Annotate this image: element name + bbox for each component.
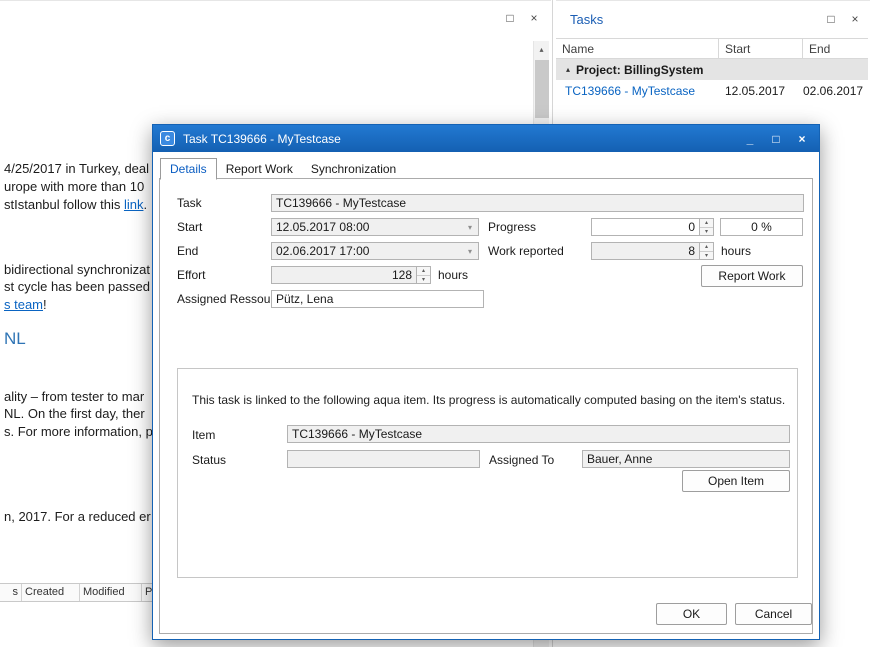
spin-up-icon[interactable]: ▴ xyxy=(417,267,430,275)
background-table-header: s Created Modified Pa xyxy=(0,583,153,602)
details-tab-page: Task TC139666 - MyTestcase Start 12.05.2… xyxy=(159,178,813,634)
spin-down-icon[interactable]: ▾ xyxy=(417,275,430,284)
bg-text-line: NL. On the first day, ther xyxy=(4,406,145,421)
bg-text-line: st cycle has been passed xyxy=(4,279,150,294)
effort-unit: hours xyxy=(438,268,468,282)
minimize-icon[interactable]: _ xyxy=(740,132,760,146)
bg-text: . xyxy=(143,197,147,212)
item-field: TC139666 - MyTestcase xyxy=(287,425,790,443)
work-reported-spinner[interactable]: 8 ▴ ▾ xyxy=(591,242,714,260)
bg-text-line: s. For more information, pl xyxy=(4,424,156,439)
bg-text-line: stIstanbul follow this link. xyxy=(4,197,147,212)
column-header-created[interactable]: Created xyxy=(22,584,80,601)
status-label: Status xyxy=(192,453,226,467)
dropdown-icon[interactable]: ▾ xyxy=(462,223,478,232)
progress-spinner[interactable]: 0 ▴ ▾ xyxy=(591,218,714,236)
maximize-icon[interactable]: □ xyxy=(503,11,517,25)
end-label: End xyxy=(177,244,198,258)
desktop: □ × 4/25/2017 in Turkey, deal urope with… xyxy=(0,0,870,647)
close-icon[interactable]: × xyxy=(792,132,812,146)
tasks-panel-controls: □ × xyxy=(824,12,862,26)
progress-value: 0 xyxy=(596,220,699,234)
tasks-panel-title: Tasks xyxy=(570,12,603,27)
start-datetime-combo[interactable]: 12.05.2017 08:00 ▾ xyxy=(271,218,479,236)
spin-buttons: ▴ ▾ xyxy=(699,243,713,259)
bg-text-line: urope with more than 10 xyxy=(4,179,144,194)
start-label: Start xyxy=(177,220,202,234)
bg-heading: NL xyxy=(4,329,26,349)
column-header-modified[interactable]: Modified xyxy=(80,584,142,601)
column-header-end[interactable]: End xyxy=(803,39,868,58)
team-link[interactable]: s team xyxy=(4,297,43,312)
open-item-button[interactable]: Open Item xyxy=(682,470,790,492)
bg-text: ! xyxy=(43,297,47,312)
background-window-controls: □ × xyxy=(503,11,541,25)
task-end-date: 02.06.2017 xyxy=(797,84,863,98)
tasks-column-headers: Name Start End xyxy=(556,38,868,59)
bg-text: stIstanbul follow this xyxy=(4,197,124,212)
effort-spinner[interactable]: 128 ▴ ▾ xyxy=(271,266,431,284)
spin-up-icon[interactable]: ▴ xyxy=(700,219,713,227)
effort-value: 128 xyxy=(276,268,416,282)
work-reported-label: Work reported xyxy=(488,244,564,258)
group-expander-icon[interactable]: ▴ xyxy=(566,65,570,74)
linked-item-groupbox: This task is linked to the following aqu… xyxy=(177,368,798,578)
spin-down-icon[interactable]: ▾ xyxy=(700,251,713,260)
bg-text-line: bidirectional synchronizat xyxy=(4,262,150,277)
close-icon[interactable]: × xyxy=(848,12,862,26)
scroll-up-icon[interactable]: ▴ xyxy=(534,41,549,58)
progress-percent-field: 0 % xyxy=(720,218,803,236)
spin-up-icon[interactable]: ▴ xyxy=(700,243,713,251)
cancel-button[interactable]: Cancel xyxy=(735,603,812,625)
spin-down-icon[interactable]: ▾ xyxy=(700,227,713,236)
maximize-icon[interactable]: □ xyxy=(824,12,838,26)
tab-synchronization[interactable]: Synchronization xyxy=(302,159,405,179)
bg-text-line: ality – from tester to mar xyxy=(4,389,144,404)
istanbul-link[interactable]: link xyxy=(124,197,144,212)
work-reported-value: 8 xyxy=(596,244,699,258)
progress-label: Progress xyxy=(488,220,536,234)
linked-item-description: This task is linked to the following aqu… xyxy=(192,393,785,407)
close-icon[interactable]: × xyxy=(527,11,541,25)
maximize-icon[interactable]: □ xyxy=(766,132,786,146)
spin-buttons: ▴ ▾ xyxy=(699,219,713,235)
dropdown-icon[interactable]: ▾ xyxy=(462,247,478,256)
bg-text-line: s team! xyxy=(4,297,47,312)
end-datetime-combo[interactable]: 02.06.2017 17:00 ▾ xyxy=(271,242,479,260)
bg-text-line: 4/25/2017 in Turkey, deal xyxy=(4,161,149,176)
column-header-name[interactable]: Name xyxy=(556,39,719,58)
task-dialog: c Task TC139666 - MyTestcase _ □ × Detai… xyxy=(152,124,820,640)
dialog-title: Task TC139666 - MyTestcase xyxy=(183,132,734,146)
task-label: Task xyxy=(177,196,202,210)
assigned-to-label: Assigned To xyxy=(489,453,554,467)
task-link[interactable]: TC139666 - MyTestcase xyxy=(565,84,719,98)
work-reported-unit: hours xyxy=(721,244,751,258)
bg-text-line: n, 2017. For a reduced er xyxy=(4,509,151,524)
tab-details[interactable]: Details xyxy=(160,158,217,180)
column-header[interactable]: s xyxy=(0,584,22,601)
task-start-date: 12.05.2017 xyxy=(719,84,797,98)
task-field: TC139666 - MyTestcase xyxy=(271,194,804,212)
status-field xyxy=(287,450,480,468)
app-icon: c xyxy=(160,131,175,146)
spin-buttons: ▴ ▾ xyxy=(416,267,430,283)
end-value: 02.06.2017 17:00 xyxy=(276,244,462,258)
effort-label: Effort xyxy=(177,268,205,282)
start-value: 12.05.2017 08:00 xyxy=(276,220,462,234)
ok-button[interactable]: OK xyxy=(656,603,727,625)
assigned-to-field: Bauer, Anne xyxy=(582,450,790,468)
column-header-start[interactable]: Start xyxy=(719,39,803,58)
tab-report-work[interactable]: Report Work xyxy=(217,159,302,179)
task-row[interactable]: TC139666 - MyTestcase 12.05.2017 02.06.2… xyxy=(556,80,868,102)
item-label: Item xyxy=(192,428,215,442)
report-work-button[interactable]: Report Work xyxy=(701,265,803,287)
group-label: Project: BillingSystem xyxy=(576,63,703,77)
group-row[interactable]: ▴ Project: BillingSystem xyxy=(556,59,868,80)
dialog-tabs: Details Report Work Synchronization xyxy=(160,158,405,179)
scrollbar-thumb[interactable] xyxy=(535,60,549,118)
assigned-resource-field[interactable]: Pütz, Lena xyxy=(271,290,484,308)
dialog-titlebar[interactable]: c Task TC139666 - MyTestcase _ □ × xyxy=(153,125,819,152)
